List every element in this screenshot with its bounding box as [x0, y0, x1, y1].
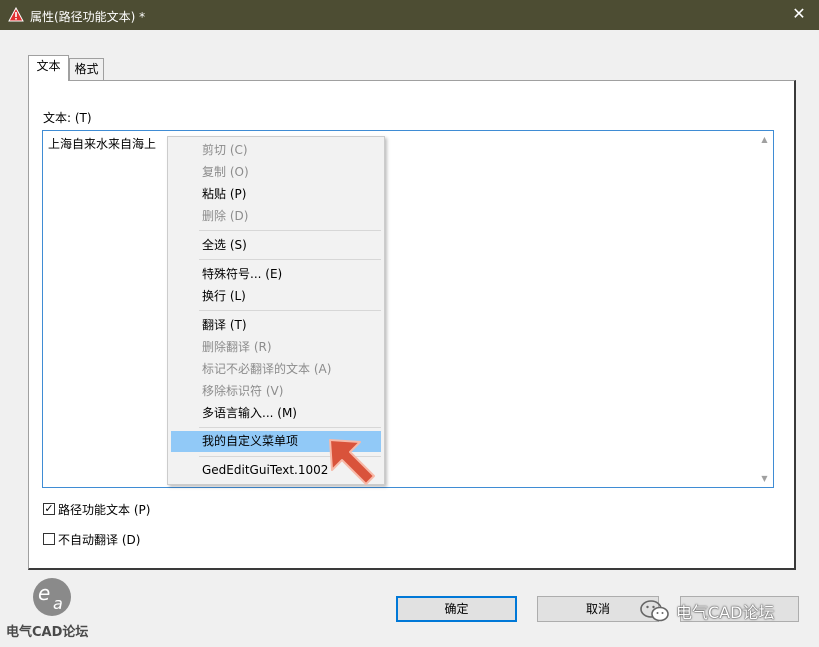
- menu-item-mark-no-translate[interactable]: 标记不必翻译的文本 (A): [171, 359, 381, 380]
- menu-separator: [199, 310, 381, 311]
- watermark-logo: e a: [33, 578, 71, 616]
- menu-item-line-break[interactable]: 换行 (L): [171, 286, 381, 307]
- close-icon[interactable]: ✕: [789, 4, 809, 24]
- watermark-right-text: 电气CAD论坛: [676, 603, 775, 622]
- checkbox-no-auto-translate[interactable]: 不自动翻译 (D): [43, 531, 140, 547]
- text-input[interactable]: 上海自来水来自海上 ▲ ▼: [42, 130, 774, 488]
- menu-separator: [199, 427, 381, 428]
- text-input-value: 上海自来水来自海上: [48, 137, 157, 151]
- menu-item-cut[interactable]: 剪切 (C): [171, 140, 381, 161]
- scroll-down-icon[interactable]: ▼: [756, 470, 773, 487]
- checkbox-label: 路径功能文本 (P): [58, 502, 151, 517]
- checkbox-unchecked[interactable]: [43, 533, 55, 545]
- menu-item-delete[interactable]: 删除 (D): [171, 206, 381, 227]
- title-bar: 属性(路径功能文本) * ✕: [0, 0, 819, 30]
- menu-item-special-symbol[interactable]: 特殊符号... (E): [171, 264, 381, 285]
- scroll-up-icon[interactable]: ▲: [756, 131, 773, 148]
- menu-item-delete-translation[interactable]: 删除翻译 (R): [171, 337, 381, 358]
- menu-item-remove-identifier[interactable]: 移除标识符 (V): [171, 381, 381, 402]
- menu-item-multilang-input[interactable]: 多语言输入... (M): [171, 403, 381, 424]
- vertical-scrollbar[interactable]: ▲ ▼: [756, 131, 773, 487]
- menu-item-copy[interactable]: 复制 (O): [171, 162, 381, 183]
- svg-text:a: a: [53, 594, 63, 613]
- menu-separator: [199, 230, 381, 231]
- svg-text:e: e: [38, 581, 50, 605]
- watermark-left-text: 电气CAD论坛: [6, 625, 89, 640]
- context-menu: 剪切 (C) 复制 (O) 粘贴 (P) 删除 (D) 全选 (S) 特殊符号.…: [167, 136, 385, 485]
- pointer-arrow-icon: [329, 439, 375, 485]
- checkbox-label: 不自动翻译 (D): [58, 532, 141, 547]
- checkbox-checked[interactable]: ✓: [43, 503, 55, 515]
- window-title: 属性(路径功能文本) *: [30, 10, 146, 24]
- menu-item-paste[interactable]: 粘贴 (P): [171, 184, 381, 205]
- menu-item-translate[interactable]: 翻译 (T): [171, 315, 381, 336]
- watermark-right: 电气CAD论坛: [640, 599, 774, 623]
- tab-format[interactable]: 格式: [69, 58, 104, 80]
- menu-separator: [199, 259, 381, 260]
- ok-button[interactable]: 确定: [396, 596, 517, 622]
- checkbox-path-function-text[interactable]: ✓ 路径功能文本 (P): [43, 501, 150, 517]
- text-field-label: 文本: (T): [43, 111, 92, 125]
- menu-item-select-all[interactable]: 全选 (S): [171, 235, 381, 256]
- tab-text[interactable]: 文本: [28, 55, 69, 81]
- warning-icon: [8, 7, 24, 22]
- wechat-icon: [640, 600, 669, 622]
